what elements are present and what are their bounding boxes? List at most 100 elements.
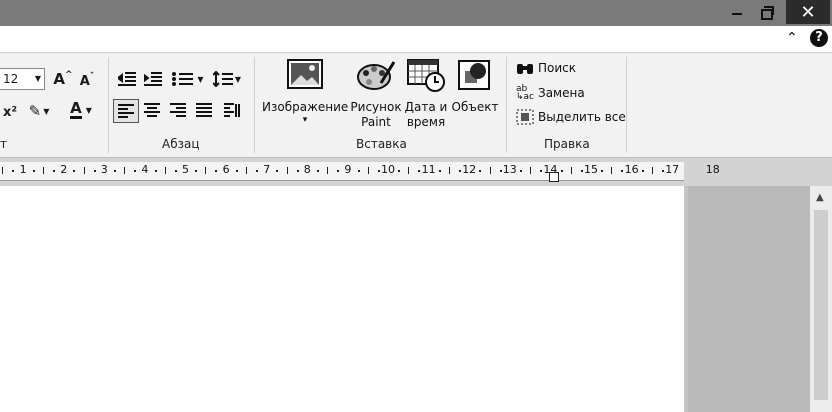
ruler-number: 11 — [421, 163, 436, 176]
ruler-tick — [651, 167, 653, 174]
ruler-dot — [641, 170, 644, 172]
select-all-icon — [516, 109, 534, 125]
font-size-select[interactable]: 12 ▼ — [0, 68, 45, 90]
ruler-dot — [93, 170, 96, 172]
paint-label-line1: Рисунок — [350, 100, 402, 114]
ruler-dot — [357, 170, 360, 172]
ruler-number: 17 — [665, 163, 680, 176]
shrink-font-button[interactable]: Aˇ — [78, 72, 96, 90]
minimize-button[interactable] — [722, 0, 752, 24]
insert-object-button[interactable] — [452, 57, 498, 93]
ruler-dot — [438, 170, 441, 172]
binoculars-icon — [517, 64, 533, 74]
ruler-dot — [560, 170, 563, 172]
ruler-dot — [174, 170, 177, 172]
decrease-indent-button[interactable] — [116, 69, 138, 89]
highlighter-icon: ✎ — [28, 102, 42, 120]
ruler-dot — [621, 170, 624, 172]
grow-font-icon: A — [53, 70, 66, 88]
align-right-icon — [170, 103, 186, 117]
increase-indent-button[interactable] — [142, 69, 164, 89]
insert-paint-button[interactable] — [350, 57, 402, 93]
ruler-number: 9 — [344, 163, 352, 176]
ruler-dot — [662, 170, 665, 172]
ruler-dot — [215, 170, 218, 172]
ruler-number: 2 — [60, 163, 68, 176]
grow-font-button[interactable]: A ^ — [53, 70, 73, 88]
shrink-font-icon: A — [79, 73, 90, 89]
chevron-down-icon: ▾ — [302, 115, 308, 125]
help-button[interactable]: ? — [810, 29, 828, 47]
ruler-dot — [276, 170, 279, 172]
ruler-tick — [245, 167, 247, 174]
scroll-up-icon[interactable]: ▲ — [816, 192, 824, 203]
chevron-down-icon: ▼ — [34, 74, 41, 83]
ruler-tick — [327, 167, 329, 174]
align-center-button[interactable] — [141, 100, 163, 120]
close-button[interactable]: ✕ — [786, 0, 830, 24]
select-all-button[interactable]: Выделить все — [516, 109, 626, 125]
ruler-dot — [113, 170, 116, 172]
ribbon: 12 ▼ A ^ Aˇ x² ✎ ▼ A ▼ т ▼ ▼ Абзац Изобр… — [0, 53, 832, 158]
font-group-label: т — [0, 137, 7, 151]
ruler-dot — [540, 170, 543, 172]
datetime-label-line1: Дата и — [404, 100, 448, 114]
caret-up-icon: ^ — [65, 70, 73, 80]
paragraph-group-label: Абзац — [162, 137, 200, 151]
title-bar: ✕ — [0, 0, 832, 26]
find-button[interactable]: Поиск — [516, 61, 576, 75]
ruler-tick — [164, 167, 166, 174]
font-color-icon: A — [70, 99, 82, 119]
object-label: Объект — [451, 100, 499, 114]
ruler-tick — [448, 167, 450, 174]
superscript-button[interactable]: x² — [0, 103, 20, 121]
ruler-tick — [2, 167, 4, 174]
replace-button[interactable]: ab ↳ac Замена — [516, 85, 585, 102]
ruler-number: 13 — [502, 163, 517, 176]
ruler-dot — [377, 170, 380, 172]
ruler-dot — [459, 170, 462, 172]
insert-group-label: Вставка — [356, 137, 407, 151]
justify-button[interactable] — [193, 100, 215, 120]
ruler-tick — [286, 167, 288, 174]
image-icon — [287, 59, 323, 89]
paragraph-button[interactable] — [221, 100, 243, 120]
paragraph-direction-icon — [224, 103, 240, 117]
horizontal-ruler[interactable]: 1 2 3 4 5 6 7 8 9 10 11 12 13 14 15 16 17 18 — [0, 162, 720, 182]
group-separator — [506, 57, 507, 153]
collapse-ribbon-button[interactable]: ⌃ — [786, 30, 798, 46]
chevron-down-icon: ▼ — [197, 74, 204, 84]
ruler-dot — [580, 170, 583, 172]
document-page[interactable] — [0, 186, 684, 412]
line-spacing-button[interactable]: ▼ — [212, 69, 242, 89]
datetime-label-line2: время — [406, 115, 446, 129]
ruler-dot — [53, 170, 56, 172]
ruler-dot — [479, 170, 482, 172]
restore-button[interactable] — [752, 0, 782, 24]
ruler-dot — [154, 170, 157, 172]
ruler-dot — [235, 170, 238, 172]
ruler-dot — [296, 170, 299, 172]
scrollbar-thumb[interactable] — [814, 210, 828, 400]
vertical-scrollbar[interactable]: ▲ — [810, 186, 832, 412]
find-label: Поиск — [538, 61, 577, 75]
object-icon — [458, 60, 490, 90]
ruler-number: 14 — [543, 163, 558, 176]
ruler-tick — [83, 167, 85, 174]
insert-datetime-button[interactable] — [404, 57, 448, 93]
highlight-button[interactable]: ✎ ▼ — [28, 101, 50, 121]
ruler-number: 18 — [705, 163, 720, 176]
select-all-label: Выделить все — [538, 110, 626, 124]
ruler-number: 1 — [19, 163, 27, 176]
ruler-dot — [195, 170, 198, 172]
ruler-dot — [499, 170, 502, 172]
ruler-tick — [367, 167, 369, 174]
ruler-number: 6 — [222, 163, 230, 176]
insert-image-label: Изображение — [262, 100, 349, 114]
chevron-down-icon: ▼ — [43, 106, 50, 116]
document-background — [688, 186, 810, 412]
align-right-button[interactable] — [167, 100, 189, 120]
list-button[interactable]: ▼ — [170, 69, 206, 89]
font-color-button[interactable]: A ▼ — [64, 99, 98, 121]
align-left-button[interactable] — [113, 99, 139, 123]
